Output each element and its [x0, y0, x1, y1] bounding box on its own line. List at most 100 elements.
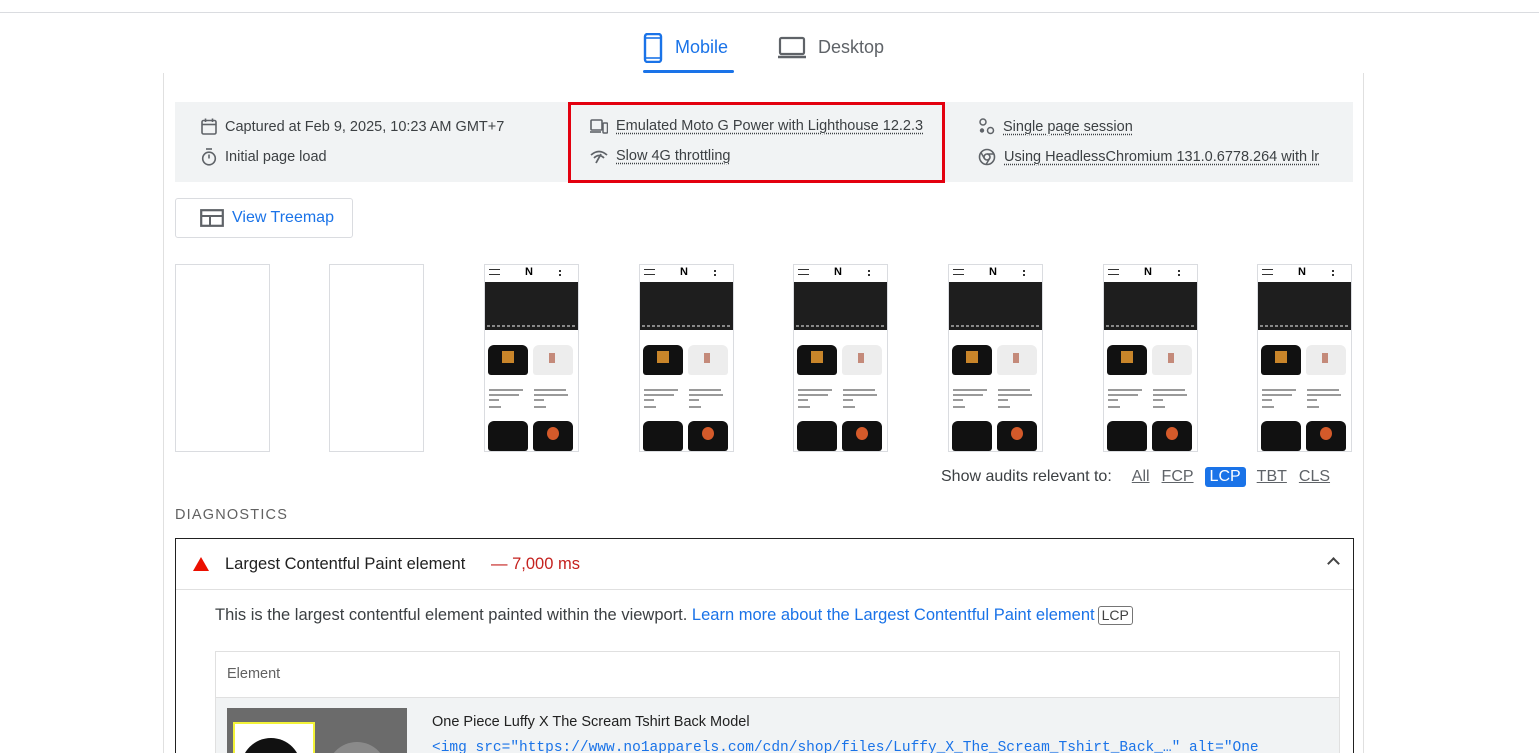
- element-snippet[interactable]: <img src="https://www.no1apparels.com/cd…: [432, 740, 1259, 753]
- frame-logo: N: [1298, 266, 1306, 278]
- menu-icon: [1262, 269, 1273, 275]
- frame-product-3: [643, 421, 683, 451]
- audit-lcp-element: Largest Contentful Paint element — 7,000…: [175, 538, 1354, 753]
- frame-product-4-art: [547, 427, 559, 440]
- frame-product-3: [488, 421, 528, 451]
- meta-browser[interactable]: Using HeadlessChromium 131.0.6778.264 wi…: [978, 148, 1330, 166]
- frame-product-1-art: [657, 351, 669, 363]
- frame-product-2-art: [704, 353, 710, 363]
- frame-ticker: [796, 325, 886, 327]
- frame-product-1-art: [811, 351, 823, 363]
- frame-product-text: [644, 399, 654, 401]
- frame-product-text: [489, 389, 523, 391]
- filter-cls[interactable]: CLS: [1298, 468, 1331, 486]
- audit-title: Largest Contentful Paint element: [225, 555, 466, 573]
- filmstrip-frame: [175, 264, 270, 452]
- audit-description: This is the largest contentful element p…: [215, 606, 1133, 625]
- frame-product-text: [843, 389, 875, 391]
- frame-ticker: [951, 325, 1041, 327]
- frame-banner: [640, 282, 733, 330]
- meta-browser-clip: Using HeadlessChromium 131.0.6778.264 wi…: [978, 142, 1330, 172]
- smartphone-icon: [643, 32, 663, 63]
- menu-icon: [798, 269, 809, 275]
- element-screenshot-shirt-2: [327, 742, 387, 753]
- frame-product-text: [998, 399, 1008, 401]
- treemap-icon: [200, 209, 224, 227]
- frame-product-text: [644, 389, 678, 391]
- learn-more-link[interactable]: Learn more about the Largest Contentful …: [692, 606, 1095, 624]
- frame-product-text: [843, 399, 853, 401]
- filter-all[interactable]: All: [1131, 468, 1151, 486]
- frame-product-text: [534, 394, 568, 396]
- frame-product-text: [1307, 399, 1317, 401]
- filmstrip-frame: N: [948, 264, 1043, 452]
- frame-banner: [485, 282, 578, 330]
- element-table-header: Element: [216, 652, 1339, 698]
- frame-banner: [949, 282, 1042, 330]
- active-tab-indicator: [643, 70, 734, 73]
- frame-product-text: [798, 389, 832, 391]
- frame-product-3: [797, 421, 837, 451]
- meta-session[interactable]: Single page session: [978, 118, 1133, 135]
- filter-lcp[interactable]: LCP: [1204, 467, 1246, 487]
- filter-fcp[interactable]: FCP: [1161, 468, 1195, 486]
- menu-icon: [953, 269, 964, 275]
- filmstrip-frame: N: [484, 264, 579, 452]
- frame-product-3: [1261, 421, 1301, 451]
- frame-header-icons: [559, 270, 573, 276]
- frame-product-text: [1108, 406, 1120, 408]
- frame-product-2-art: [1013, 353, 1019, 363]
- frame-product-1-art: [1275, 351, 1287, 363]
- annotation-highlight-box: [568, 102, 945, 183]
- table-row: One Piece Luffy X The Scream Tshirt Back…: [216, 698, 1339, 753]
- frame-product-text: [1153, 389, 1185, 391]
- frame-header-icons: [1178, 270, 1192, 276]
- device-tabs: Mobile Desktop: [0, 22, 1539, 74]
- frame-product-text: [1153, 406, 1165, 408]
- frame-product-text: [1108, 399, 1118, 401]
- frame-product-text: [689, 394, 723, 396]
- frame-product-2-art: [858, 353, 864, 363]
- frame-header-icons: [714, 270, 728, 276]
- frame-product-text: [1262, 394, 1292, 396]
- element-screenshot[interactable]: [227, 708, 407, 753]
- tab-desktop[interactable]: Desktop: [778, 22, 884, 73]
- frame-logo: N: [989, 266, 997, 278]
- frame-product-text: [644, 394, 674, 396]
- frame-product-text: [489, 406, 501, 408]
- frame-product-text: [798, 406, 810, 408]
- view-treemap-button[interactable]: View Treemap: [175, 198, 353, 238]
- filmstrip-frame: [329, 264, 424, 452]
- audit-header[interactable]: Largest Contentful Paint element — 7,000…: [176, 539, 1353, 590]
- frame-banner: [1258, 282, 1351, 330]
- frame-product-text: [689, 406, 701, 408]
- tab-mobile[interactable]: Mobile: [643, 22, 728, 73]
- meta-page-load-text: Initial page load: [225, 149, 327, 165]
- chrome-icon: [978, 148, 996, 166]
- meta-captured: Captured at Feb 9, 2025, 10:23 AM GMT+7: [201, 118, 504, 135]
- filter-tbt[interactable]: TBT: [1256, 468, 1288, 486]
- frame-product-text: [998, 394, 1032, 396]
- frame-header-icons: [1332, 270, 1346, 276]
- meta-browser-text: Using HeadlessChromium 131.0.6778.264 wi…: [1004, 149, 1320, 165]
- frame-logo: N: [680, 266, 688, 278]
- view-treemap-label: View Treemap: [232, 209, 334, 226]
- frame-product-1-art: [1121, 351, 1133, 363]
- frame-product-4-art: [856, 427, 868, 440]
- frame-product-4-art: [1166, 427, 1178, 440]
- calendar-icon: [201, 118, 217, 135]
- frame-banner: [794, 282, 887, 330]
- top-divider: [0, 12, 1539, 13]
- menu-icon: [1108, 269, 1119, 275]
- frame-header-icons: [868, 270, 882, 276]
- filmstrip-frame: N: [1103, 264, 1198, 452]
- audit-filter-bar: Show audits relevant to: All FCP LCP TBT…: [941, 466, 1341, 488]
- frame-product-2-art: [1168, 353, 1174, 363]
- frame-product-text: [689, 389, 721, 391]
- chevron-up-icon[interactable]: [1327, 557, 1340, 570]
- frame-product-text: [998, 406, 1010, 408]
- frame-product-text: [689, 399, 699, 401]
- frame-product-text: [798, 394, 828, 396]
- meta-captured-text: Captured at Feb 9, 2025, 10:23 AM GMT+7: [225, 118, 505, 135]
- diagnostics-heading: DIAGNOSTICS: [175, 507, 289, 523]
